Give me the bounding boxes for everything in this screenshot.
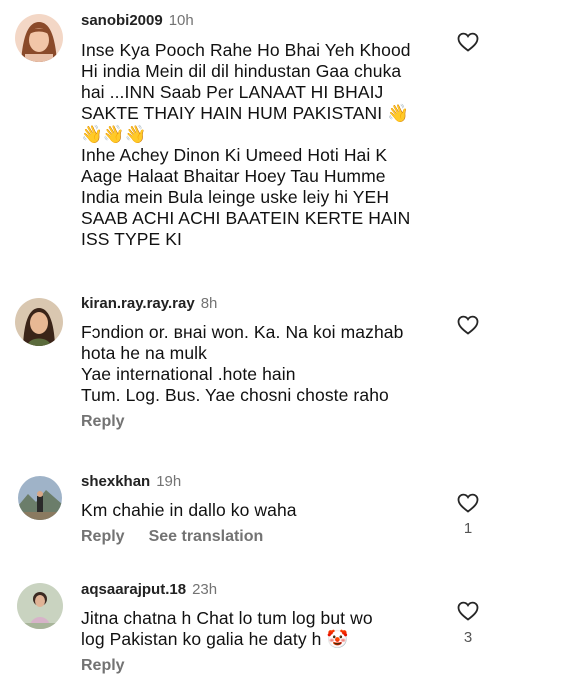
reply-button[interactable]: Reply [81, 657, 125, 674]
avatar[interactable] [15, 298, 63, 346]
username[interactable]: sanobi2009 [81, 12, 163, 29]
heart-outline-icon [457, 315, 479, 335]
comment-header: shexkhan 19h [81, 473, 181, 490]
comment-header: aqsaarajput.18 23h [81, 581, 217, 598]
timestamp: 19h [156, 473, 182, 490]
comment-header: sanobi2009 10h [81, 12, 194, 29]
heart-outline-icon [457, 601, 479, 621]
comment-actions: Reply See translation [81, 528, 287, 546]
comment-line: Km chahie in dallo ko waha [81, 500, 297, 520]
heart-outline-icon [457, 32, 479, 52]
comment-line: Tum. Log. Bus. Yae chosni choste raho [81, 385, 389, 405]
username[interactable]: shexkhan [81, 473, 150, 490]
heart-outline-icon [457, 493, 479, 513]
avatar[interactable] [17, 583, 63, 629]
like-button[interactable] [456, 599, 480, 623]
like-button[interactable] [456, 491, 480, 515]
comment-line: Fɔndion or. внаi won. Ka. Na koi mazhab [81, 322, 404, 342]
comment-line: Hi india Mein dil dil hindustan Gaa chuk… [81, 61, 402, 81]
comment-actions: Reply [81, 413, 149, 431]
comment-line: Yae international .hote hain [81, 364, 296, 384]
comment-line: ISS TYPE KI [81, 229, 182, 249]
comment-text: Jitna chatna h Chat lo tum log but wo lo… [81, 608, 431, 650]
avatar[interactable] [15, 14, 63, 62]
reply-button[interactable]: Reply [81, 413, 125, 430]
comment-line: Aage Halaat Bhaitar Hoey Tau Humme [81, 166, 386, 186]
comment-line: Jitna chatna h Chat lo tum log but wo [81, 608, 373, 628]
comment-line: 👋👋👋 [81, 124, 147, 144]
comment-text: Inse Kya Pooch Rahe Ho Bhai Yeh Khood Hi… [81, 40, 431, 250]
username[interactable]: aqsaarajput.18 [81, 581, 186, 598]
comment-line: SAKTE THAIY HAIN HUM PAKISTANI 👋 [81, 103, 410, 123]
comment-actions: Reply [81, 657, 149, 675]
comment-line: log Pakistan ko galia he daty h 🤡 [81, 629, 349, 649]
comment-line: Inse Kya Pooch Rahe Ho Bhai Yeh Khood [81, 40, 411, 60]
timestamp: 8h [200, 295, 218, 312]
see-translation-button[interactable]: See translation [149, 528, 264, 545]
comment-line: hai ...INN Saab Per LANAAT HI BHAIJ [81, 82, 384, 102]
like-button[interactable] [456, 30, 480, 54]
timestamp: 10h [168, 12, 194, 29]
comment-line: Inhe Achey Dinon Ki Umeed Hoti Hai K [81, 145, 388, 165]
like-count: 3 [463, 629, 473, 646]
timestamp: 23h [192, 581, 218, 598]
comment-line: hota he na mulk [81, 343, 208, 363]
comment-header: kiran.ray.ray.ray 8h [81, 295, 217, 312]
comment-line: SAAB ACHI ACHI BAATEIN KERTE HAIN [81, 208, 411, 228]
comment-text: Km chahie in dallo ko waha [81, 500, 431, 521]
username[interactable]: kiran.ray.ray.ray [81, 295, 195, 312]
like-button[interactable] [456, 313, 480, 337]
like-count: 1 [463, 520, 473, 537]
comment-text: Fɔndion or. внаi won. Ka. Na koi mazhab … [81, 322, 431, 406]
avatar[interactable] [18, 476, 62, 520]
comment-line: India mein Bula leinge uske leiy hi YEH [81, 187, 390, 207]
reply-button[interactable]: Reply [81, 528, 125, 545]
